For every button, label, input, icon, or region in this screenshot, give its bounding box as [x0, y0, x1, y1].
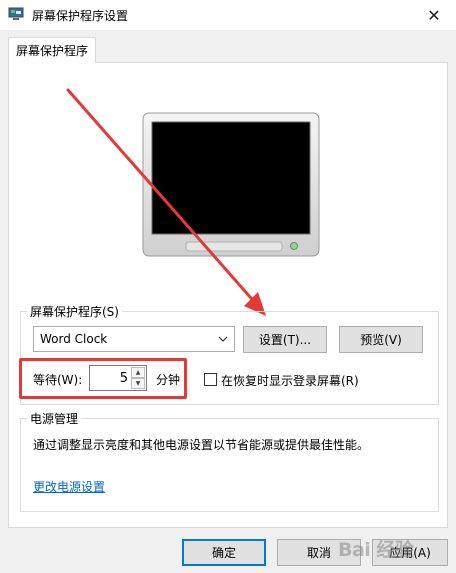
stepper-down-button[interactable]: ▼: [131, 378, 145, 389]
wait-minutes-value[interactable]: 5: [120, 371, 128, 386]
chevron-down-icon: [218, 336, 228, 342]
resume-logon-label[interactable]: 在恢复时显示登录屏幕(R): [221, 372, 359, 389]
monitor-preview-image: [142, 112, 320, 257]
ok-button[interactable]: 确定: [182, 539, 266, 566]
wait-label: 等待(W):: [33, 373, 83, 387]
close-button[interactable]: ✕: [412, 0, 456, 30]
screensaver-select[interactable]: Word Clock: [33, 326, 235, 352]
screensaver-select-value: Word Clock: [40, 332, 108, 346]
close-icon: ✕: [427, 5, 441, 25]
wait-minutes-stepper[interactable]: 5 ▲ ▼: [89, 365, 147, 391]
change-power-settings-link[interactable]: 更改电源设置: [33, 478, 105, 495]
settings-button[interactable]: 设置(T)...: [243, 326, 327, 353]
power-description: 通过调整显示亮度和其他电源设置以节省能源或提供最佳性能。: [33, 438, 370, 452]
chevron-up-icon: ▲: [135, 369, 141, 376]
window-title: 屏幕保护程序设置: [32, 9, 129, 23]
screensaver-group-label: 屏幕保护程序(S): [27, 303, 122, 320]
stepper-up-button[interactable]: ▲: [131, 367, 145, 378]
watermark: Bai 经验: [338, 539, 414, 561]
resume-logon-checkbox[interactable]: [204, 373, 217, 386]
wait-unit-label: 分钟: [156, 373, 181, 387]
screensaver-app-icon: [8, 7, 24, 20]
chevron-down-icon: ▼: [135, 380, 141, 387]
tab-screensaver[interactable]: 屏幕保护程序: [8, 37, 96, 63]
title-bar: 屏幕保护程序设置 ✕: [0, 0, 456, 30]
power-group: [20, 418, 439, 512]
preview-button[interactable]: 预览(V): [339, 326, 423, 353]
power-group-label: 电源管理: [27, 410, 82, 427]
